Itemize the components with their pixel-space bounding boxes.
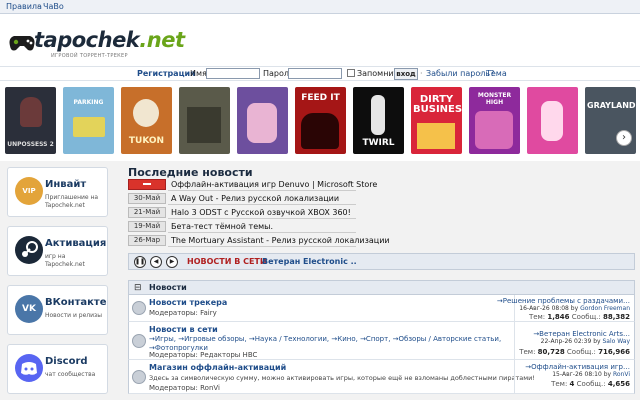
forum-row: Новости трекера Модераторы: Fairy →Решен… [128, 295, 635, 322]
last-post: →Оффлайн-активация игр… 15-Авг-26 08:10 … [525, 363, 630, 378]
pause-button[interactable]: ❚❚ [134, 256, 146, 268]
game-cover[interactable]: DIRTY BUSINESS [411, 87, 462, 154]
news-item[interactable]: 26-Мар The Mortuary Assistant - Релиз ру… [128, 235, 390, 247]
discord-tile[interactable]: Discord чат сообщества [7, 344, 108, 394]
next-icon: ▶ [169, 258, 175, 265]
last-post: →Решение проблемы с раздачами… 16-Авг-26… [496, 297, 630, 312]
news-item[interactable]: 30-Май A Way Out - Релиз русской локализ… [128, 193, 356, 205]
game-cover[interactable]: MONSTER HIGH [469, 87, 520, 154]
game-cover[interactable] [527, 87, 578, 154]
login-bar: Регистрация · Имя: Пароль: Запомнить вхо… [0, 66, 640, 81]
forum-stats: Тем: 4 Сообщ.: 4,656 [551, 380, 630, 388]
vk-tile[interactable]: VK ВКонтакте Новости и релизы [7, 285, 108, 335]
news-item[interactable]: 21-Май Halo 3 ODST с Русской озвучкой XB… [128, 207, 356, 219]
username-input[interactable] [206, 68, 260, 79]
forum-link[interactable]: Новости в сети [149, 325, 218, 334]
site-header: tapochek.net ИГРОВОЙ ТОРРЕНТ-ТРЕКЕР [0, 14, 640, 66]
site-logo[interactable]: tapochek.net ИГРОВОЙ ТОРРЕНТ-ТРЕКЕР [6, 24, 185, 64]
login-separator: · [479, 69, 482, 78]
nav-separator: · [37, 2, 40, 11]
news-item[interactable]: 19-Май Бета-тест тёмной темы. [128, 221, 356, 233]
vip-icon: VIP [15, 177, 43, 205]
password-input[interactable] [288, 68, 342, 79]
collapse-icon[interactable]: ⊟ [134, 283, 142, 293]
prev-icon: ◀ [153, 258, 159, 265]
vk-icon: VK [15, 295, 43, 323]
ticker-label: НОВОСТИ В СЕТИ [187, 257, 267, 266]
logo-tagline: ИГРОВОЙ ТОРРЕНТ-ТРЕКЕР [51, 53, 128, 59]
chevron-right-icon: › [622, 132, 626, 143]
game-carousel: UNPOSSESS 2 PARKING TUKON FEED IT TWIRL … [0, 81, 640, 161]
news-ticker: ❚❚ ◀ ▶ НОВОСТИ В СЕТИ Ветеран Electronic… [128, 253, 635, 270]
last-post: →Ветеран Electronic Arts… 22-Апр-26 02:3… [533, 330, 630, 345]
news-date: 21-Май [128, 207, 166, 218]
game-cover[interactable]: TWIRL [353, 87, 404, 154]
game-cover[interactable]: UNPOSSESS 2 [5, 87, 56, 154]
top-nav: Правила · ЧаВо [0, 0, 640, 14]
forum-icon [132, 334, 146, 348]
ticker-link[interactable]: Ветеран Electronic .. [262, 257, 357, 266]
forum-link[interactable]: Магазин оффлайн-активаций [149, 363, 286, 372]
forum-stats: Тем: 80,728 Сообщ.: 716,966 [519, 348, 630, 356]
login-separator: · [184, 69, 187, 78]
news-item[interactable]: Оффлайн-активация игр Denuvo | Microsoft… [128, 179, 377, 191]
news-title: Последние новости [128, 166, 253, 179]
news-date: 19-Май [128, 221, 166, 232]
remember-checkbox[interactable] [347, 69, 355, 77]
game-cover[interactable] [237, 87, 288, 154]
steam-icon [15, 236, 43, 264]
forgot-password-link[interactable]: Забыли пароль? [426, 69, 494, 78]
activation-tile[interactable]: Активация игр на Tapochek.net [7, 226, 108, 276]
forum-row: Магазин оффлайн-активаций Здесь за симво… [128, 360, 635, 394]
forum-row: Новости в сети →Игры, →Игровые обзоры, →… [128, 322, 635, 360]
game-cover[interactable]: PARKING [63, 87, 114, 154]
game-cover[interactable] [179, 87, 230, 154]
game-cover[interactable]: FEED IT [295, 87, 346, 154]
forum-icon [132, 370, 146, 384]
news-date: 30-Май [128, 193, 166, 204]
faq-link[interactable]: ЧаВо [43, 2, 64, 11]
forum-link[interactable]: Новости трекера [149, 298, 227, 307]
login-separator: · [420, 69, 423, 78]
hot-badge [128, 179, 166, 190]
forum-section-header[interactable]: ⊟ Новости [128, 280, 635, 295]
logo-wordmark: tapochek.net [34, 28, 185, 52]
prev-button[interactable]: ◀ [150, 256, 162, 268]
invite-tile[interactable]: VIP Инвайт Приглашение на Tapochek.net [7, 167, 108, 217]
next-button[interactable]: ▶ [166, 256, 178, 268]
forum-icon [132, 301, 146, 315]
pause-icon: ❚❚ [135, 258, 146, 265]
theme-link[interactable]: Тема [486, 69, 507, 78]
game-cover[interactable]: TUKON [121, 87, 172, 154]
forum-stats: Тем: 1,846 Сообщ.: 88,382 [528, 313, 630, 321]
discord-icon [15, 354, 43, 382]
login-button[interactable]: вход [394, 68, 418, 80]
carousel-next-button[interactable]: › [616, 130, 632, 146]
news-date: 26-Мар [128, 235, 166, 246]
